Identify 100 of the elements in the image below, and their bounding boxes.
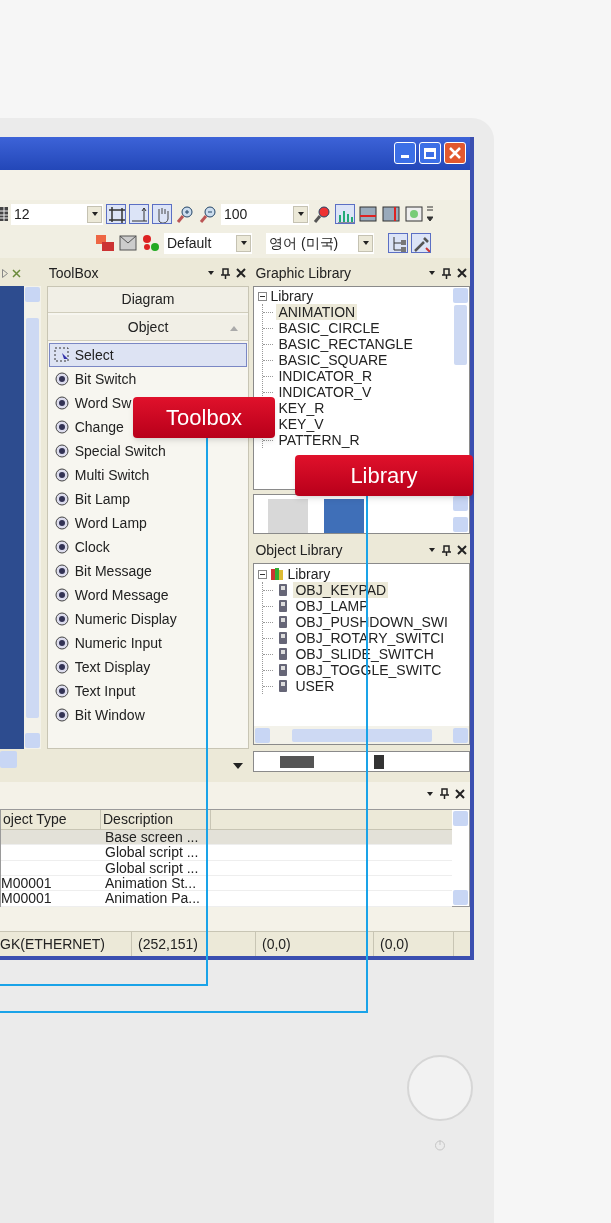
tree-item[interactable]: BASIC_RECTANGLE <box>276 336 415 353</box>
font-size-dropdown[interactable]: 12 <box>11 203 103 225</box>
table-row[interactable]: M00001 Animation Pa... <box>1 891 452 907</box>
tool-icon <box>53 443 70 460</box>
device-icon[interactable] <box>118 233 138 254</box>
dropdown-caret-icon[interactable] <box>233 761 244 770</box>
toolbox-item[interactable]: Word Message <box>48 583 171 608</box>
tool-icon <box>53 587 70 604</box>
thumbnail-image[interactable] <box>280 755 315 768</box>
tree-item[interactable]: INDICATOR_R <box>276 368 374 385</box>
column-header[interactable]: oject Type <box>1 809 101 829</box>
tree-item[interactable]: KEY_R <box>276 400 327 417</box>
tab-scroll-right-icon[interactable] <box>2 268 8 278</box>
toolbox-item[interactable]: Multi Switch <box>48 463 152 488</box>
toolbox-item[interactable]: Bit Lamp <box>48 487 132 512</box>
table-icon[interactable] <box>358 204 378 225</box>
toolbox-item[interactable]: Text Input <box>48 679 138 704</box>
table-cell: M00001 <box>1 890 52 907</box>
thumbnail-image[interactable] <box>268 499 309 534</box>
books-icon <box>270 567 285 582</box>
screen-id-icon[interactable] <box>95 233 115 254</box>
toolbox-item[interactable]: Select <box>48 343 248 368</box>
tree-item[interactable]: BASIC_SQUARE <box>276 352 390 369</box>
toolbox-item[interactable]: Bit Switch <box>48 367 139 392</box>
collapse-icon[interactable] <box>258 569 268 579</box>
tool-icon <box>53 539 70 556</box>
toolbox-item[interactable]: Change <box>48 415 126 440</box>
horizontal-scrollbar[interactable] <box>254 726 469 745</box>
tool-icon <box>53 515 70 532</box>
table-row[interactable]: Global script ... <box>1 845 452 861</box>
group-header-button[interactable]: Diagram <box>47 287 249 314</box>
horizontal-scrollbar[interactable] <box>0 751 17 769</box>
close-icon[interactable] <box>455 788 465 799</box>
color-balls-icon[interactable] <box>141 233 161 254</box>
tree-item[interactable]: KEY_V <box>276 416 326 433</box>
table-cell: Global script ... <box>105 859 199 876</box>
toolbox-item[interactable]: Special Switch <box>48 439 168 464</box>
pin-icon[interactable] <box>442 544 451 556</box>
chart-icon[interactable] <box>335 204 355 225</box>
tool-icon <box>53 419 70 436</box>
close-icon[interactable] <box>457 545 467 556</box>
toolbox-item[interactable]: Bit Message <box>48 559 154 584</box>
panel-title: Graphic Library <box>255 263 352 283</box>
group-header-button[interactable]: Object <box>47 315 249 342</box>
toolbox-item[interactable]: Word Sw <box>48 391 134 416</box>
zoom-dropdown[interactable]: 100 <box>221 203 309 225</box>
close-button[interactable] <box>444 142 466 165</box>
table-cell: Animation Pa... <box>105 890 200 907</box>
column-header[interactable]: Description <box>101 809 211 829</box>
tree-item[interactable]: BASIC_CIRCLE <box>276 320 382 337</box>
magnifier-icon[interactable] <box>312 204 332 225</box>
zoom-in-icon[interactable] <box>175 204 195 225</box>
pin-icon[interactable] <box>221 267 231 279</box>
minimize-button[interactable] <box>394 142 416 165</box>
tools-icon[interactable] <box>411 233 431 254</box>
grid-icon[interactable] <box>0 206 8 223</box>
tree-view-icon[interactable] <box>388 233 408 254</box>
thumbnail-image[interactable] <box>374 754 385 769</box>
table-row[interactable]: Global script ... <box>1 860 452 877</box>
tool-icon <box>53 707 70 724</box>
toolbox-item[interactable]: Clock <box>48 535 112 560</box>
toolbox-item[interactable]: Numeric Display <box>48 607 179 632</box>
table-cell: Animation St... <box>105 875 197 892</box>
toolbox-item[interactable]: Word Lamp <box>48 511 149 536</box>
vertical-scrollbar[interactable] <box>24 286 41 750</box>
toolbox-item[interactable]: Bit Window <box>48 703 147 728</box>
maximize-button[interactable] <box>419 142 441 165</box>
pin-icon[interactable] <box>440 788 449 800</box>
tree-item[interactable]: Library <box>270 285 314 307</box>
collapse-icon[interactable] <box>258 291 268 301</box>
callout-label: Toolbox <box>133 397 275 438</box>
toolbox-item[interactable]: Text Display <box>48 655 153 680</box>
tool-icon <box>53 563 70 580</box>
tree-item[interactable]: INDICATOR_V <box>276 384 374 401</box>
tree-item[interactable]: Library <box>287 564 331 585</box>
tree-item[interactable]: USER <box>293 678 337 695</box>
vertical-scrollbar[interactable] <box>452 495 469 534</box>
table-icon[interactable] <box>381 204 401 225</box>
dropdown-caret-icon[interactable] <box>426 789 434 798</box>
callout-label: Library <box>295 455 473 496</box>
ruler-icon[interactable] <box>129 204 149 225</box>
screen-style-dropdown[interactable]: Default <box>164 233 252 254</box>
table-row[interactable]: M00001 Animation St... <box>1 876 452 892</box>
zoom-out-icon[interactable] <box>198 204 218 225</box>
pin-icon[interactable] <box>442 267 451 279</box>
crop-frame-icon[interactable] <box>106 204 126 225</box>
tree-item[interactable]: ANIMATION <box>276 304 358 321</box>
tree-item[interactable]: OBJ_LAMP <box>293 598 371 615</box>
close-icon[interactable] <box>457 268 467 279</box>
toolbox-item[interactable]: Numeric Input <box>48 631 164 656</box>
close-icon[interactable] <box>236 268 247 279</box>
hand-icon[interactable] <box>152 204 172 225</box>
status-text: (0,0) <box>379 934 409 954</box>
language-dropdown[interactable]: 영어 (미국) <box>266 233 374 254</box>
tree-item[interactable]: PATTERN_R <box>276 432 362 449</box>
tool-icon <box>53 683 70 700</box>
table-cell: Global script ... <box>105 844 199 861</box>
vertical-scrollbar[interactable] <box>452 809 469 906</box>
thumbnail-image[interactable] <box>324 499 365 534</box>
table-cell: M00001 <box>1 875 52 892</box>
